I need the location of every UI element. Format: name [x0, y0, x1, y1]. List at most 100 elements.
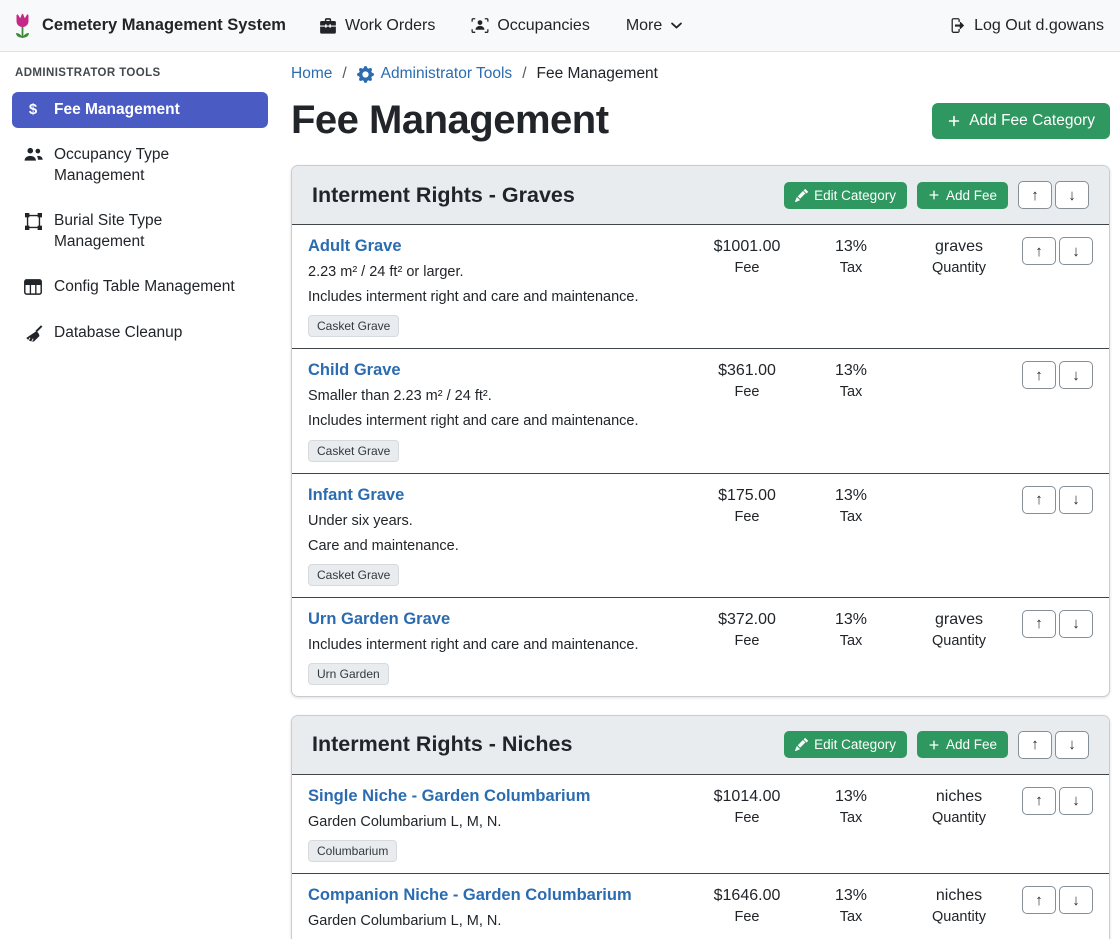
add-fee-button[interactable]: Add Fee [917, 182, 1008, 209]
move-fee-up-button[interactable]: ↑ [1022, 886, 1056, 914]
move-category-up-button[interactable]: ↑ [1018, 731, 1052, 759]
people-icon [23, 147, 43, 162]
top-navbar: Cemetery Management System Work Orders O… [0, 0, 1120, 52]
arrow-up-icon: ↑ [1035, 892, 1043, 909]
plus-icon [947, 114, 961, 128]
fee-tax: 13% [799, 238, 903, 256]
fee-name-link[interactable]: Child Grave [308, 361, 401, 380]
move-fee-up-button[interactable]: ↑ [1022, 361, 1056, 389]
fee-quantity-col: niches Quantity [903, 884, 1015, 925]
edit-category-button[interactable]: Edit Category [784, 731, 907, 758]
sidebar-item-occupancy-type-management[interactable]: Occupancy Type Management [12, 137, 268, 194]
fee-row-single-niche: Single Niche - Garden Columbarium Garden… [292, 775, 1109, 874]
fee-amount-label: Fee [695, 384, 799, 400]
fee-amount: $1646.00 [695, 887, 799, 905]
fee-quantity-label: Quantity [903, 909, 1015, 925]
sidebar-item-burial-site-type-management[interactable]: Burial Site Type Management [12, 203, 268, 260]
move-fee-down-button[interactable]: ↓ [1059, 886, 1093, 914]
fee-tax-label: Tax [799, 810, 903, 826]
logout-icon [946, 17, 965, 34]
toolbox-icon [319, 18, 337, 34]
category-title: Interment Rights - Graves [312, 183, 575, 208]
fee-name-link[interactable]: Adult Grave [308, 237, 402, 256]
nav-more-label: More [626, 17, 662, 35]
arrow-down-icon: ↓ [1072, 491, 1080, 508]
fee-quantity: niches [903, 788, 1015, 806]
sidebar: ADMINISTRATOR TOOLS $ Fee Management Occ… [0, 52, 279, 939]
fee-quantity: graves [903, 238, 1015, 256]
fee-tax-label: Tax [799, 633, 903, 649]
sidebar-item-config-table-management[interactable]: Config Table Management [12, 269, 268, 305]
edit-category-button[interactable]: Edit Category [784, 182, 907, 209]
fee-amount-label: Fee [695, 509, 799, 525]
move-fee-down-button[interactable]: ↓ [1059, 486, 1093, 514]
fee-amount-col: $372.00 Fee [695, 608, 799, 649]
breadcrumb-admin-tools-link[interactable]: Administrator Tools [357, 65, 513, 83]
add-fee-button[interactable]: Add Fee [917, 731, 1008, 758]
fee-tax-label: Tax [799, 909, 903, 925]
sidebar-item-label: Fee Management [54, 100, 180, 120]
add-fee-category-label: Add Fee Category [969, 112, 1095, 130]
nav-work-orders-label: Work Orders [345, 17, 435, 35]
logout-link[interactable]: Log Out d.gowans [946, 17, 1104, 35]
fee-quantity-label: Quantity [903, 810, 1015, 826]
arrow-up-icon: ↑ [1031, 736, 1039, 753]
fee-amount-col: $1014.00 Fee [695, 785, 799, 826]
sidebar-item-fee-management[interactable]: $ Fee Management [12, 92, 268, 128]
fee-amount-label: Fee [695, 909, 799, 925]
move-fee-up-button[interactable]: ↑ [1022, 486, 1056, 514]
fee-amount-label: Fee [695, 810, 799, 826]
fee-tax-col: 13% Tax [799, 884, 903, 925]
move-fee-down-button[interactable]: ↓ [1059, 787, 1093, 815]
breadcrumb: Home / Administrator Tools / Fee Managem… [291, 65, 1110, 83]
main-nav: Work Orders Occupancies More [319, 17, 683, 35]
nav-more[interactable]: More [626, 17, 683, 35]
arrow-down-icon: ↓ [1072, 243, 1080, 260]
fee-tax: 13% [799, 788, 903, 806]
edit-category-label: Edit Category [814, 737, 896, 752]
gear-icon [357, 66, 374, 83]
move-fee-up-button[interactable]: ↑ [1022, 610, 1056, 638]
arrow-up-icon: ↑ [1035, 243, 1043, 260]
fee-amount-label: Fee [695, 260, 799, 276]
fee-type-badge: Urn Garden [308, 663, 389, 685]
fee-description: Garden Columbarium L, M, N. [308, 912, 687, 931]
move-fee-up-button[interactable]: ↑ [1022, 787, 1056, 815]
fee-description: Includes interment right and care and ma… [308, 288, 687, 307]
app-brand[interactable]: Cemetery Management System [12, 13, 286, 39]
fee-row-adult-grave: Adult Grave 2.23 m² / 24 ft² or larger. … [292, 225, 1109, 349]
sidebar-item-database-cleanup[interactable]: Database Cleanup [12, 315, 268, 351]
dollar-icon: $ [23, 100, 43, 120]
move-fee-down-button[interactable]: ↓ [1059, 237, 1093, 265]
move-fee-up-button[interactable]: ↑ [1022, 237, 1056, 265]
fee-amount: $372.00 [695, 611, 799, 629]
category-title: Interment Rights - Niches [312, 732, 572, 757]
nav-occupancies[interactable]: Occupancies [471, 17, 590, 35]
fee-tax: 13% [799, 611, 903, 629]
fee-description: Smaller than 2.23 m² / 24 ft². [308, 387, 687, 406]
move-fee-down-button[interactable]: ↓ [1059, 361, 1093, 389]
add-fee-label: Add Fee [946, 188, 997, 203]
move-category-down-button[interactable]: ↓ [1055, 181, 1089, 209]
fee-type-badge: Columbarium [308, 840, 397, 862]
fee-name-link[interactable]: Infant Grave [308, 486, 404, 505]
sidebar-item-label: Config Table Management [54, 277, 235, 297]
breadcrumb-home-link[interactable]: Home [291, 65, 332, 83]
arrow-down-icon: ↓ [1068, 736, 1076, 753]
add-fee-label: Add Fee [946, 737, 997, 752]
fee-tax: 13% [799, 487, 903, 505]
fee-name-link[interactable]: Companion Niche - Garden Columbarium [308, 886, 632, 905]
fee-name-link[interactable]: Urn Garden Grave [308, 610, 450, 629]
fee-name-link[interactable]: Single Niche - Garden Columbarium [308, 787, 590, 806]
move-category-up-button[interactable]: ↑ [1018, 181, 1052, 209]
add-fee-category-button[interactable]: Add Fee Category [932, 103, 1110, 139]
fee-quantity-label: Quantity [903, 260, 1015, 276]
arrow-down-icon: ↓ [1068, 187, 1076, 204]
fee-quantity-col-empty [903, 359, 1015, 362]
move-fee-down-button[interactable]: ↓ [1059, 610, 1093, 638]
move-category-down-button[interactable]: ↓ [1055, 731, 1089, 759]
fee-amount: $1001.00 [695, 238, 799, 256]
nav-work-orders[interactable]: Work Orders [319, 17, 435, 35]
fee-quantity: niches [903, 887, 1015, 905]
page-title: Fee Management [291, 98, 609, 143]
